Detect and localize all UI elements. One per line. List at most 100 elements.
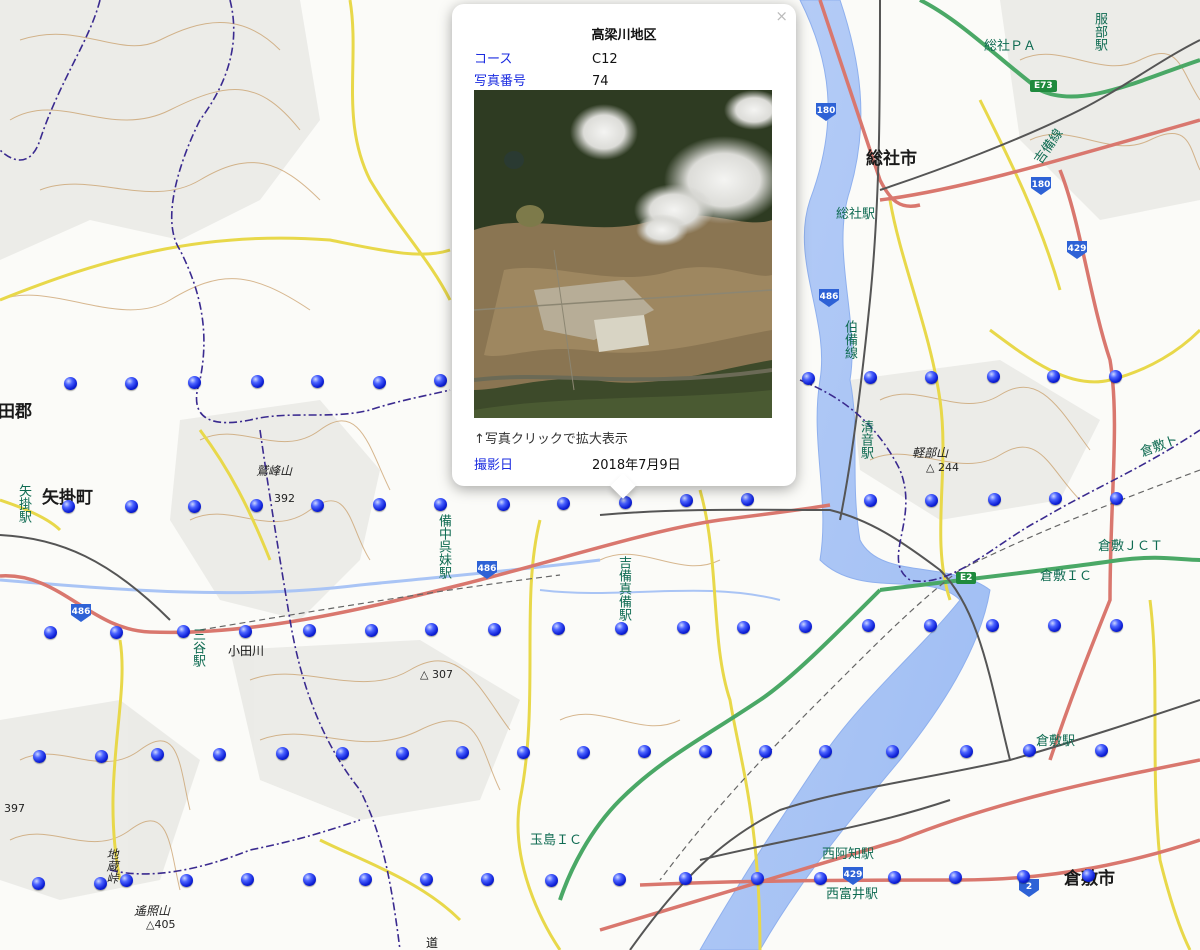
route-shield-486: 486 — [70, 603, 92, 623]
photo-location-marker[interactable] — [311, 499, 324, 512]
expressway-shield-e73: E73 — [1030, 80, 1057, 92]
photo-location-marker[interactable] — [1095, 744, 1108, 757]
photo-location-marker[interactable] — [365, 624, 378, 637]
photo-location-marker[interactable] — [1110, 619, 1123, 632]
photo-location-marker[interactable] — [425, 623, 438, 636]
photo-location-marker[interactable] — [276, 747, 289, 760]
photo-location-marker[interactable] — [44, 626, 57, 639]
photo-location-marker[interactable] — [125, 500, 138, 513]
photo-location-marker[interactable] — [188, 376, 201, 389]
photo-location-marker[interactable] — [373, 376, 386, 389]
photo-location-marker[interactable] — [1048, 619, 1061, 632]
photo-location-marker[interactable] — [94, 877, 107, 890]
photo-location-marker[interactable] — [120, 874, 133, 887]
photo-location-marker[interactable] — [988, 493, 1001, 506]
photo-location-marker[interactable] — [303, 873, 316, 886]
photo-location-marker[interactable] — [986, 619, 999, 632]
photo-location-marker[interactable] — [699, 745, 712, 758]
photo-location-marker[interactable] — [615, 622, 628, 635]
photo-location-marker[interactable] — [814, 872, 827, 885]
photo-location-marker[interactable] — [420, 873, 433, 886]
mountain-label-yushozan: 遙照山 — [134, 904, 171, 918]
photo-location-marker[interactable] — [864, 494, 877, 507]
station-label-kurashiki: 倉敷駅 — [1036, 734, 1076, 749]
photo-location-marker[interactable] — [862, 619, 875, 632]
photo-location-marker[interactable] — [741, 493, 754, 506]
photo-location-marker[interactable] — [250, 499, 263, 512]
photo-location-marker[interactable] — [251, 375, 264, 388]
aerial-photo-thumbnail[interactable] — [474, 90, 772, 418]
date-row: 撮影日 2018年7月9日 — [474, 454, 681, 473]
photo-location-marker[interactable] — [497, 498, 510, 511]
photo-location-marker[interactable] — [799, 620, 812, 633]
photo-location-marker[interactable] — [1017, 870, 1030, 883]
photo-location-marker[interactable] — [613, 873, 626, 886]
photo-location-marker[interactable] — [456, 746, 469, 759]
photo-location-marker[interactable] — [151, 748, 164, 761]
photo-location-marker[interactable] — [864, 371, 877, 384]
photo-location-marker[interactable] — [359, 873, 372, 886]
photo-location-marker[interactable] — [434, 498, 447, 511]
photo-location-marker[interactable] — [64, 377, 77, 390]
photo-location-marker[interactable] — [303, 624, 316, 637]
photo-location-marker[interactable] — [125, 377, 138, 390]
photo-location-marker[interactable] — [924, 619, 937, 632]
photo-location-marker[interactable] — [552, 622, 565, 635]
photo-location-marker[interactable] — [213, 748, 226, 761]
photo-location-marker[interactable] — [32, 877, 45, 890]
photo-location-marker[interactable] — [1049, 492, 1062, 505]
photo-location-marker[interactable] — [987, 370, 1000, 383]
photo-location-marker[interactable] — [925, 371, 938, 384]
photo-location-marker[interactable] — [95, 750, 108, 763]
photo-location-marker[interactable] — [481, 873, 494, 886]
photo-location-marker[interactable] — [677, 621, 690, 634]
photo-location-marker[interactable] — [751, 872, 764, 885]
photo-location-marker[interactable] — [619, 496, 632, 509]
photo-location-marker[interactable] — [177, 625, 190, 638]
photo-location-marker[interactable] — [241, 873, 254, 886]
photo-location-marker[interactable] — [679, 872, 692, 885]
photo-location-marker[interactable] — [33, 750, 46, 763]
photo-location-marker[interactable] — [638, 745, 651, 758]
photo-location-marker[interactable] — [819, 745, 832, 758]
date-label: 撮影日 — [474, 458, 514, 473]
photo-location-marker[interactable] — [1109, 370, 1122, 383]
photo-location-marker[interactable] — [336, 747, 349, 760]
course-row: コース C12 — [474, 48, 618, 67]
photo-location-marker[interactable] — [557, 497, 570, 510]
photo-location-marker[interactable] — [680, 494, 693, 507]
photo-location-marker[interactable] — [802, 372, 815, 385]
photo-location-marker[interactable] — [434, 374, 447, 387]
station-label-kibimakibi: 吉備真備駅 — [616, 556, 631, 621]
photo-location-marker[interactable] — [960, 745, 973, 758]
photo-location-marker[interactable] — [1110, 492, 1123, 505]
photo-location-marker[interactable] — [311, 375, 324, 388]
photo-location-marker[interactable] — [517, 746, 530, 759]
photo-location-marker[interactable] — [737, 621, 750, 634]
photo-location-marker[interactable] — [180, 874, 193, 887]
label-partial-bottom: 道 — [426, 936, 439, 950]
photo-location-marker[interactable] — [886, 745, 899, 758]
photo-location-marker[interactable] — [239, 625, 252, 638]
elevation-307: △ 307 — [420, 668, 453, 681]
course-value: C12 — [592, 52, 618, 67]
photo-location-marker[interactable] — [925, 494, 938, 507]
photo-location-marker[interactable] — [373, 498, 386, 511]
close-icon[interactable]: × — [775, 7, 788, 25]
photo-location-marker[interactable] — [759, 745, 772, 758]
photo-location-marker[interactable] — [62, 500, 75, 513]
pa-label-soja: 総社ＰＡ — [984, 39, 1037, 54]
photo-location-marker[interactable] — [488, 623, 501, 636]
photo-location-marker[interactable] — [1047, 370, 1060, 383]
photo-location-marker[interactable] — [188, 500, 201, 513]
photo-location-marker[interactable] — [110, 626, 123, 639]
date-value: 2018年7月9日 — [592, 458, 681, 473]
photo-location-marker[interactable] — [396, 747, 409, 760]
photo-location-marker[interactable] — [577, 746, 590, 759]
photo-location-marker[interactable] — [949, 871, 962, 884]
photo-location-marker[interactable] — [1082, 869, 1095, 882]
photo-location-marker[interactable] — [545, 874, 558, 887]
photo-location-marker[interactable] — [1023, 744, 1036, 757]
city-label-soja: 総社市 — [866, 149, 917, 169]
photo-location-marker[interactable] — [888, 871, 901, 884]
